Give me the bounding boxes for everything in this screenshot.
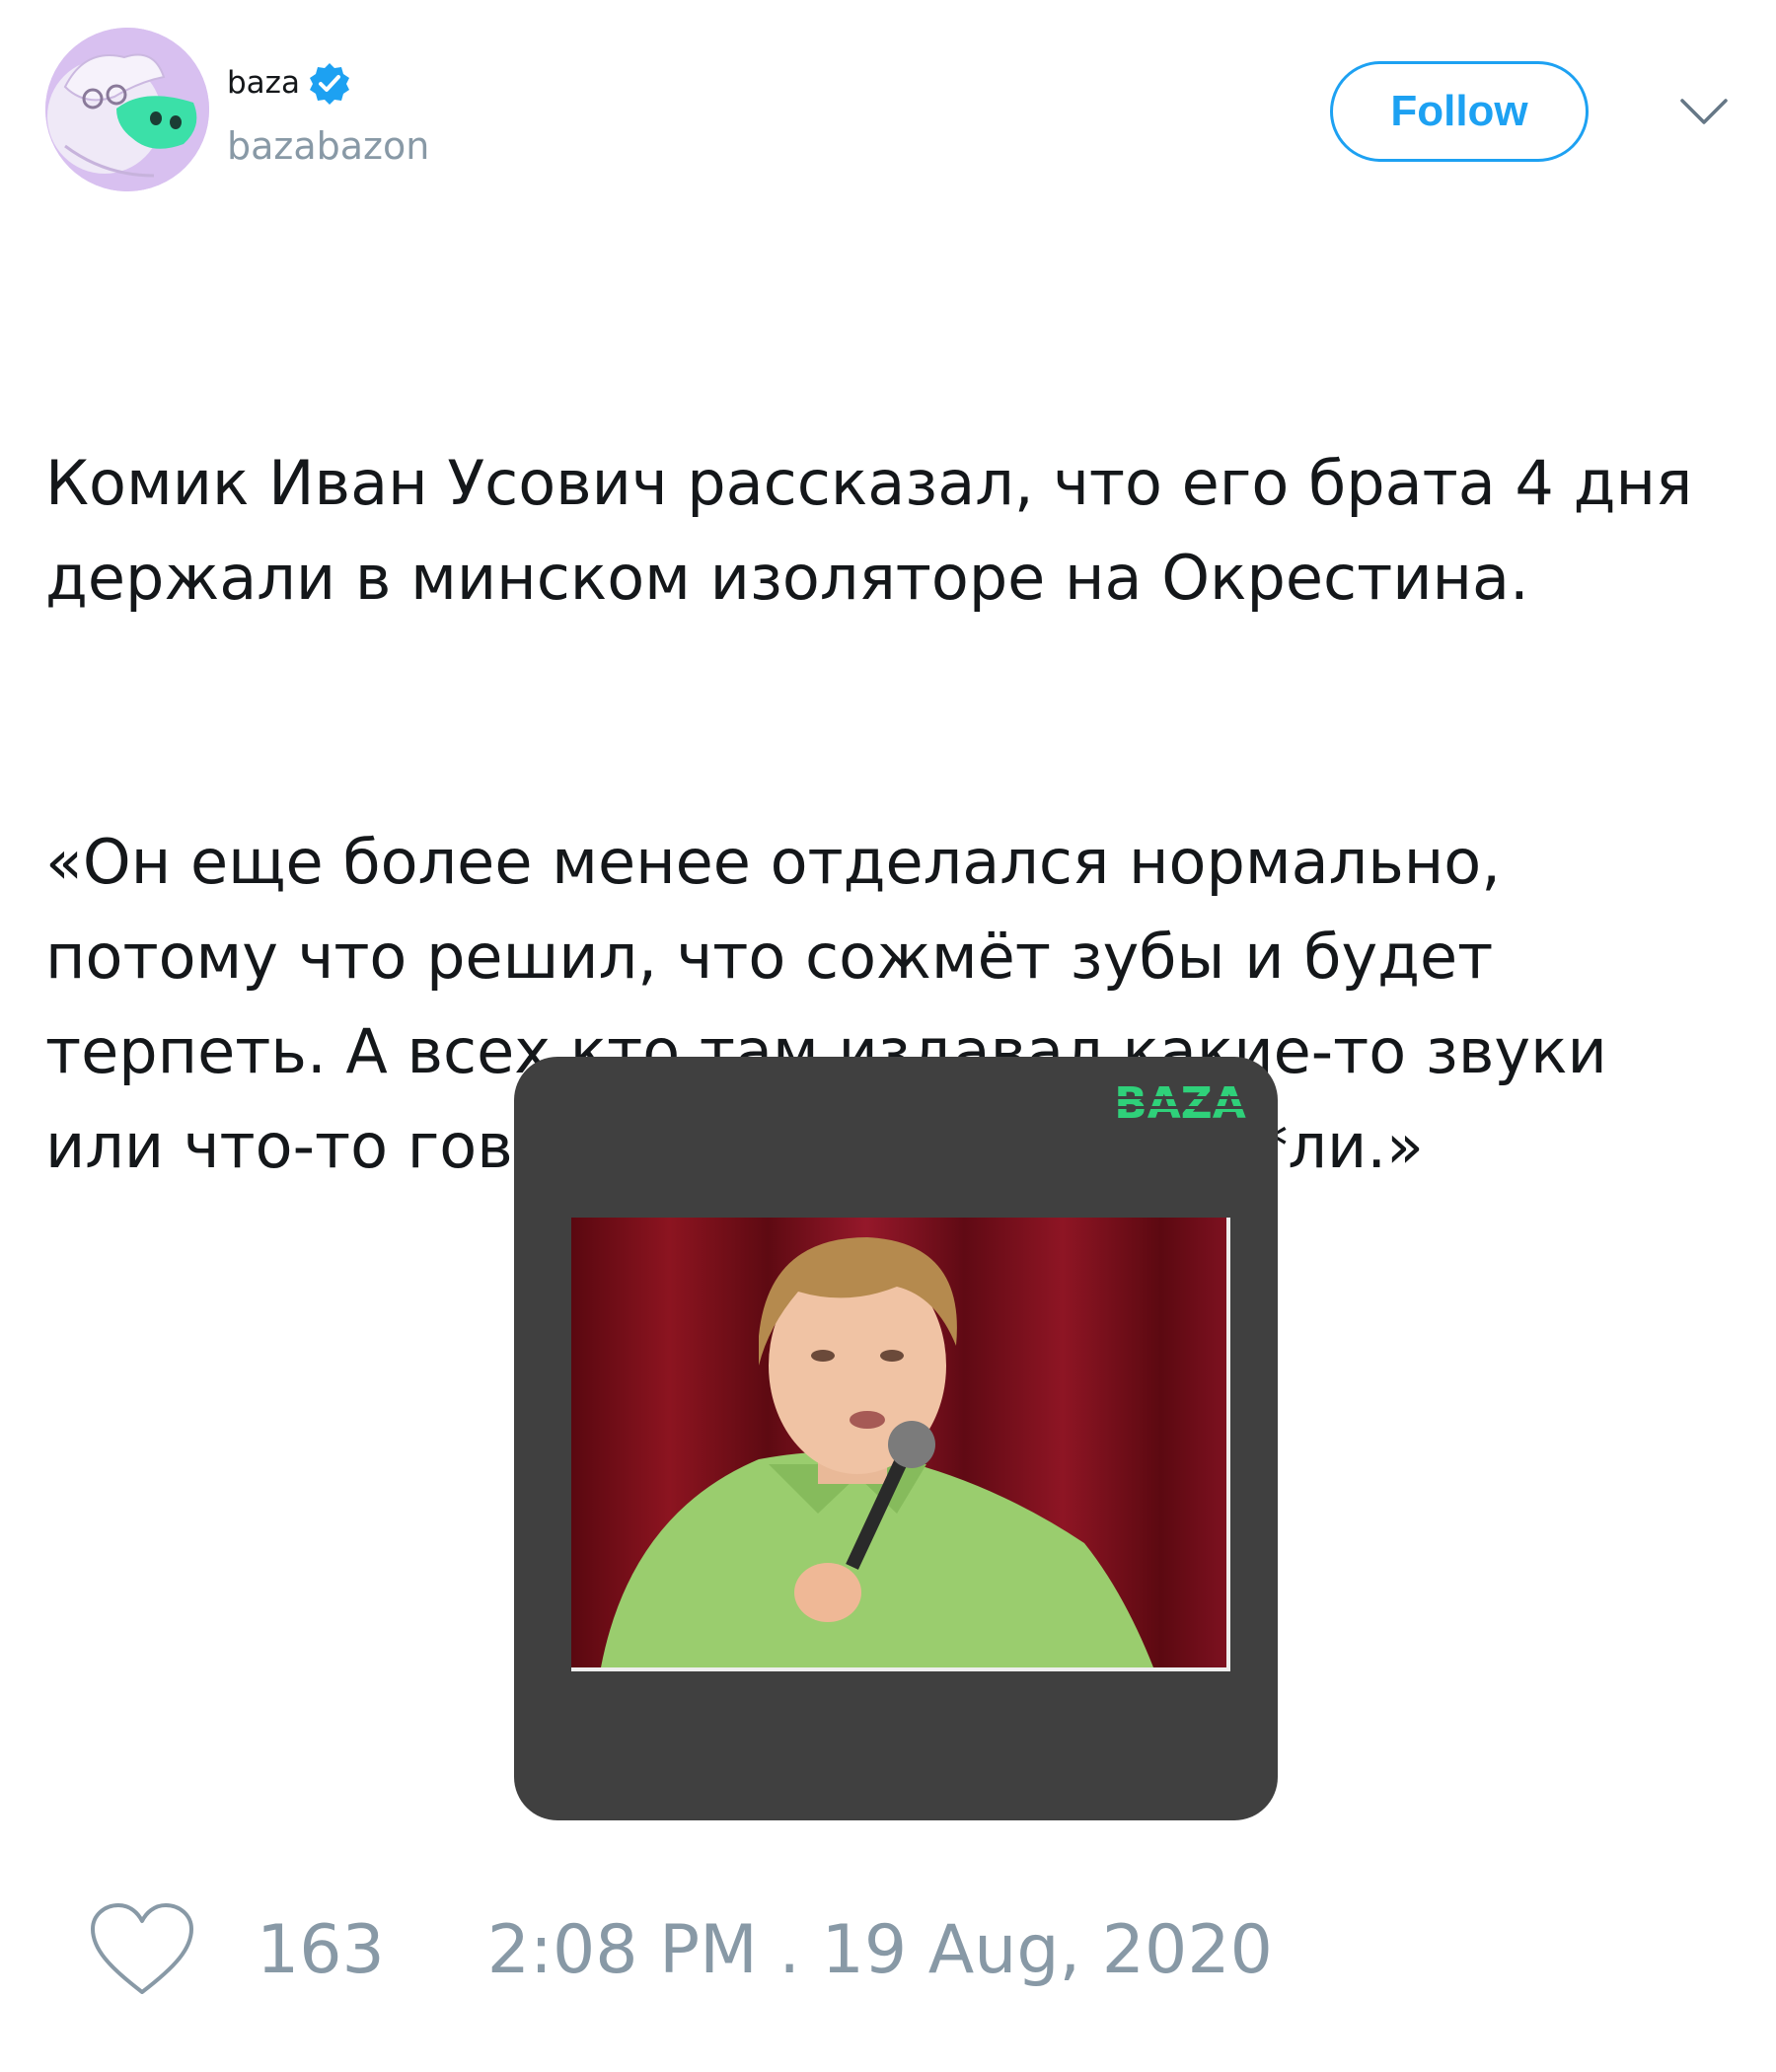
comedian-with-microphone-image <box>571 1218 1226 1667</box>
name-row: baza <box>227 61 351 105</box>
baza-logo-text: BAZA <box>1114 1078 1246 1128</box>
tweet-footer: 163 2:08 PM . 19 Aug, 2020 <box>89 1900 1273 1999</box>
display-name[interactable]: baza <box>227 65 300 101</box>
comedian-photo[interactable] <box>571 1218 1230 1671</box>
avatar[interactable] <box>45 28 209 191</box>
like-count: 163 <box>257 1910 385 1989</box>
media-card[interactable]: BAZA <box>514 1057 1278 1820</box>
user-handle[interactable]: bazabazon <box>227 124 429 168</box>
chevron-down-icon[interactable] <box>1679 97 1729 126</box>
tweet-header: baza bazabazon Follow <box>45 28 1733 195</box>
verified-badge-icon <box>308 61 351 105</box>
cartoon-avatar-icon <box>45 28 209 191</box>
baza-logo: BAZA <box>1096 1078 1264 1128</box>
follow-button[interactable]: Follow <box>1330 61 1589 162</box>
tweet-timestamp[interactable]: 2:08 PM . 19 Aug, 2020 <box>487 1911 1273 1989</box>
tweet-paragraph: Комик Иван Усович рассказал, что его бра… <box>45 447 1712 614</box>
heart-icon[interactable] <box>89 1901 195 1998</box>
